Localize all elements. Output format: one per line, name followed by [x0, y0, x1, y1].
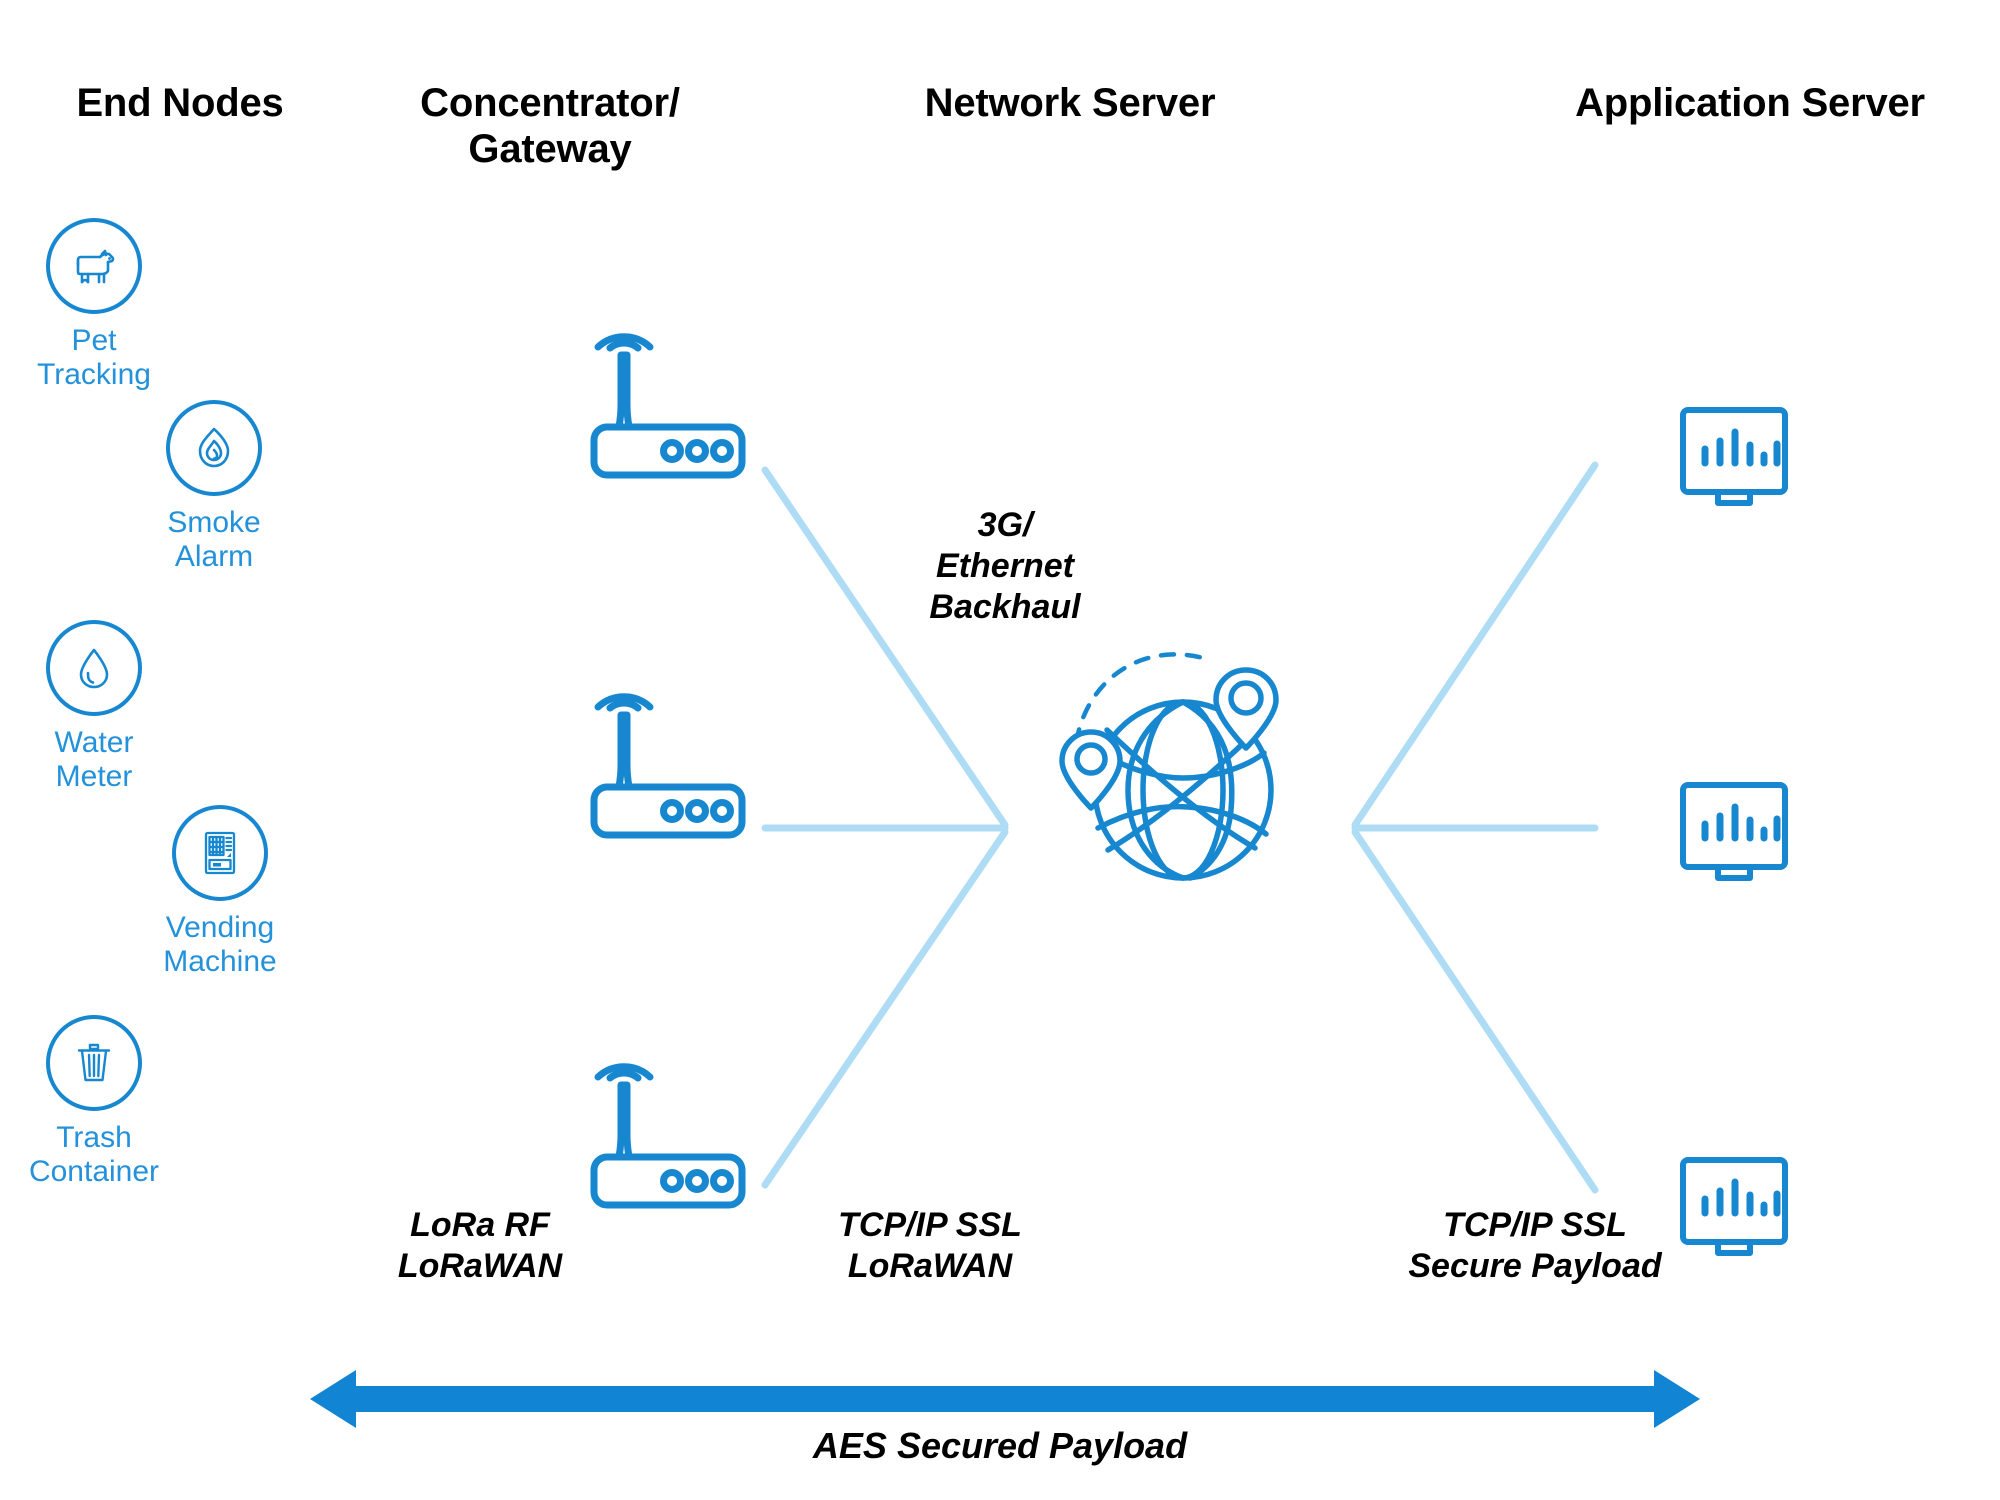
- flame-icon: [198, 427, 230, 468]
- end-node-label: Trash Container: [28, 1121, 160, 1188]
- aes-secured-payload-label: AES Secured Payload: [812, 1425, 1188, 1466]
- annotation-tcpip-lorawan: TCP/IP SSL LoRaWAN: [838, 1206, 1022, 1285]
- column-header-network-server: Network Server: [924, 81, 1216, 125]
- end-node-circle: [46, 620, 142, 716]
- trash-bin-icon: [77, 1043, 111, 1082]
- end-node-pet-tracking[interactable]: Pet Tracking: [4, 218, 184, 392]
- end-node-water-meter[interactable]: Water Meter: [4, 620, 184, 794]
- monitor-bar-chart-icon: [1680, 782, 1788, 881]
- column-header-end-nodes: End Nodes: [76, 81, 284, 125]
- annotation-tcpip-secure-payload: TCP/IP SSL Secure Payload: [1408, 1206, 1662, 1285]
- end-node-circle: [46, 218, 142, 314]
- end-node-label: Vending Machine: [163, 911, 277, 978]
- end-node-smoke-alarm[interactable]: Smoke Alarm: [124, 400, 304, 574]
- gateway-router-icon: [590, 693, 746, 839]
- gateway-router-icon: [590, 333, 746, 479]
- end-node-vending-machine[interactable]: Vending Machine: [130, 805, 310, 979]
- end-node-label: Smoke Alarm: [167, 506, 261, 573]
- monitor-bar-chart-icon: [1680, 407, 1788, 506]
- water-drop-icon: [79, 648, 109, 689]
- end-node-circle: [166, 400, 262, 496]
- end-node-circle: [172, 805, 268, 901]
- application-server-1[interactable]: [1678, 405, 1798, 515]
- end-node-label: Pet Tracking: [37, 324, 151, 391]
- annotation-backhaul: 3G/ Ethernet Backhaul: [929, 506, 1081, 626]
- application-server-2[interactable]: [1678, 780, 1798, 890]
- aes-secured-payload-arrow: [310, 1370, 1700, 1428]
- globe-with-location-pins-icon: [1059, 652, 1279, 881]
- end-node-circle: [46, 1015, 142, 1111]
- end-node-label: Water Meter: [54, 726, 134, 793]
- end-node-trash-container[interactable]: Trash Container: [4, 1015, 184, 1189]
- dog-icon: [76, 249, 115, 284]
- column-header-application-server: Application Server: [1575, 81, 1925, 125]
- network-server-globe[interactable]: [1050, 620, 1310, 900]
- annotation-lora-rf: LoRa RF LoRaWAN: [397, 1206, 563, 1285]
- gateway-router-icon: [590, 1063, 746, 1209]
- gateway-3[interactable]: [588, 1045, 758, 1215]
- vending-machine-icon: [204, 831, 236, 875]
- column-header-concentrator-gateway: Concentrator/ Gateway: [420, 81, 680, 171]
- gateway-1[interactable]: [588, 315, 758, 485]
- gateway-2[interactable]: [588, 675, 758, 845]
